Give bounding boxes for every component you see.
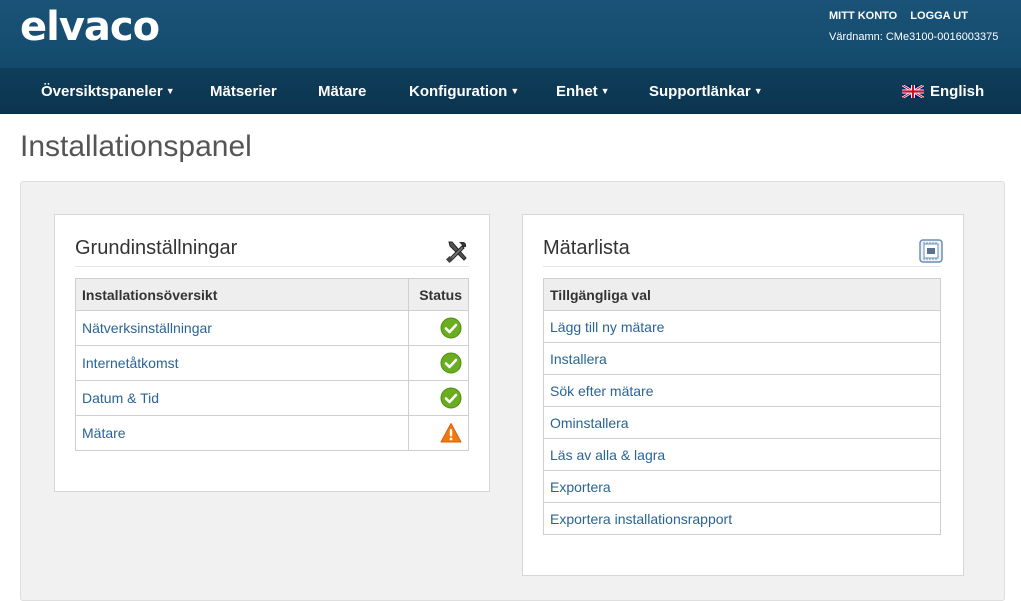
available-options-table: Tillgängliga val Lägg till ny mätare Ins… — [543, 278, 941, 535]
col-header-status: Status — [408, 278, 469, 311]
meter-list-title: Mätarlista — [543, 237, 630, 259]
logo-text: elvaco — [20, 4, 160, 50]
warning-icon — [440, 423, 462, 443]
internet-access-link[interactable]: Internetåtkomst — [75, 345, 409, 381]
table-row: Lägg till ny mätare — [543, 310, 941, 343]
reinstall-link[interactable]: Ominstallera — [543, 406, 941, 439]
caret-down-icon: ▼ — [165, 86, 175, 96]
add-new-meter-link[interactable]: Lägg till ny mätare — [543, 310, 941, 343]
elvaco-logo[interactable]: elvaco — [20, 4, 160, 50]
nav-device-dropdown[interactable]: Enhet ▼ — [556, 68, 610, 114]
top-header: elvaco MITT KONTO LOGGA UT Värdnamn: CMe… — [0, 0, 1021, 68]
install-link[interactable]: Installera — [543, 342, 941, 375]
nav-meters[interactable]: Mätare — [318, 68, 366, 114]
language-label: English — [930, 83, 985, 100]
basic-settings-panel: Grundinställningar Installationsöversikt… — [54, 214, 490, 492]
read-all-store-link[interactable]: Läs av alla & lagra — [543, 438, 941, 471]
nav-label: Supportlänkar — [649, 83, 751, 100]
meter-icon — [919, 239, 943, 263]
status-cell — [408, 310, 469, 346]
my-account-link[interactable]: MITT KONTO — [829, 10, 897, 22]
hostname-label: Värdnamn: CMe3100-0016003375 — [829, 31, 999, 43]
search-meters-link[interactable]: Sök efter mätare — [543, 374, 941, 407]
nav-label: Enhet — [556, 83, 598, 100]
nav-configuration-dropdown[interactable]: Konfiguration ▼ — [409, 68, 519, 114]
table-header-row: Tillgängliga val — [543, 278, 941, 311]
table-row: Läs av alla & lagra — [543, 438, 941, 471]
table-row: Datum & Tid — [75, 380, 469, 416]
nav-dashboards-dropdown[interactable]: Översiktspaneler ▼ — [41, 68, 175, 114]
panel-divider — [75, 266, 469, 267]
nav-label: Mätare — [318, 83, 367, 100]
check-ok-icon — [440, 317, 462, 339]
check-ok-icon — [440, 352, 462, 374]
table-row: Exportera installationsrapport — [543, 502, 941, 535]
status-cell — [408, 345, 469, 381]
table-row: Nätverksinställningar — [75, 310, 469, 346]
uk-flag-icon — [902, 84, 924, 98]
export-link[interactable]: Exportera — [543, 470, 941, 503]
col-header-options: Tillgängliga val — [543, 278, 941, 311]
status-cell — [408, 415, 469, 451]
check-ok-icon — [440, 387, 462, 409]
language-selector[interactable]: English — [902, 68, 984, 114]
nav-label: Mätserier — [210, 83, 277, 100]
account-area: MITT KONTO LOGGA UT Värdnamn: CMe3100-00… — [829, 10, 998, 43]
table-row: Mätare — [75, 415, 469, 451]
nav-label: Översiktspaneler — [41, 83, 163, 100]
installation-overview-table: Installationsöversikt Status Nätverksins… — [75, 278, 469, 451]
table-row: Sök efter mätare — [543, 374, 941, 407]
meters-link[interactable]: Mätare — [75, 415, 409, 451]
table-header-row: Installationsöversikt Status — [75, 278, 469, 311]
network-settings-link[interactable]: Nätverksinställningar — [75, 310, 409, 346]
caret-down-icon: ▼ — [600, 86, 610, 96]
status-cell — [408, 380, 469, 416]
meter-list-panel: Mätarlista Tillgängliga val Lägg till ny… — [522, 214, 964, 576]
table-row: Internetåtkomst — [75, 345, 469, 381]
logout-link[interactable]: LOGGA UT — [910, 10, 968, 22]
nav-label: Konfiguration — [409, 83, 508, 100]
page-title: Installationspanel — [20, 130, 252, 163]
panel-divider — [543, 266, 941, 267]
table-row: Installera — [543, 342, 941, 375]
nav-meter-series[interactable]: Mätserier — [210, 68, 277, 114]
caret-down-icon: ▼ — [753, 86, 763, 96]
nav-support-links-dropdown[interactable]: Supportlänkar ▼ — [649, 68, 763, 114]
table-row: Ominstallera — [543, 406, 941, 439]
col-header-overview: Installationsöversikt — [75, 278, 409, 311]
date-time-link[interactable]: Datum & Tid — [75, 380, 409, 416]
basic-settings-title: Grundinställningar — [75, 237, 238, 259]
main-navbar: Översiktspaneler ▼ Mätserier Mätare Konfi… — [0, 68, 1021, 114]
caret-down-icon: ▼ — [510, 86, 520, 96]
table-row: Exportera — [543, 470, 941, 503]
export-installation-report-link[interactable]: Exportera installationsrapport — [543, 502, 941, 535]
tools-icon — [445, 241, 467, 263]
